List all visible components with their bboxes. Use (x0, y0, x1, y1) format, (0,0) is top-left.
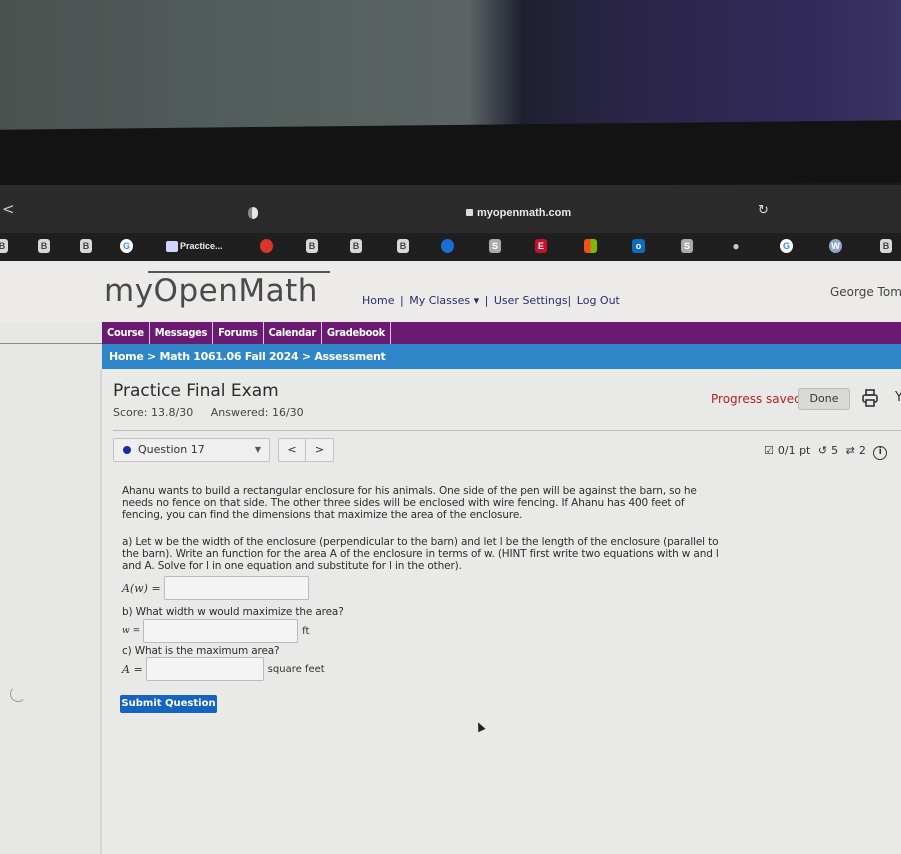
site-header: myOpenMath Home | My Classes ▾ | User Se… (0, 261, 901, 323)
address-bar[interactable]: myopenmath.com (466, 207, 571, 219)
bookmark-page-icon[interactable]: B (80, 239, 92, 253)
google-icon[interactable]: G (120, 239, 133, 253)
part-c-row: A = square feet (122, 657, 325, 681)
part-a-row: A(w) = (122, 576, 313, 600)
privacy-shield-icon[interactable] (248, 207, 258, 219)
s-icon[interactable]: S (489, 239, 501, 253)
page-title: Practice Final Exam (113, 381, 279, 401)
submit-question-button[interactable]: Submit Question (120, 695, 217, 713)
assessment-panel: Practice Final Exam Score: 13.8/30 Answe… (100, 369, 901, 854)
question-selector[interactable]: Question 17 ▼ (113, 438, 270, 462)
score-line: Score: 13.8/30 Answered: 16/30 (113, 406, 318, 419)
question-intro: Ahanu wants to build a rectangular enclo… (122, 485, 697, 521)
prev-question-button[interactable]: < (279, 439, 306, 461)
top-links: Home | My Classes ▾ | User Settings| Log… (362, 294, 622, 307)
user-settings-link[interactable]: User Settings| (494, 294, 571, 307)
home-link[interactable]: Home (362, 294, 394, 307)
reload-icon[interactable]: ↻ (758, 203, 769, 218)
loading-spinner-icon (10, 686, 26, 702)
laptop-bezel (0, 120, 901, 192)
link-separator: | (399, 294, 404, 307)
part-b-unit: ft (302, 625, 310, 637)
chevron-down-icon: ▼ (254, 445, 261, 454)
retries-count: 5 (831, 444, 839, 457)
nav-spacer (0, 322, 102, 344)
progress-status: Progress saved (711, 392, 802, 406)
wordpress-icon[interactable]: W (829, 239, 842, 253)
bookmark-page-icon[interactable]: B (880, 239, 892, 253)
course-nav: Course Messages Forums Calendar Gradeboo… (102, 322, 901, 344)
part-b-row: w = ft (122, 619, 309, 643)
area-function-input[interactable] (163, 576, 309, 600)
question-meta: ☑ 0/1 pt ↺ 5 ⇄ 2 i (764, 444, 891, 460)
breadcrumb[interactable]: Home > Math 1061.06 Fall 2024 > Assessme… (102, 344, 901, 369)
part-b-text: b) What width w would maximize the area? (122, 606, 344, 618)
bookmark-page-icon[interactable]: B (397, 239, 409, 253)
myopenmath-icon (166, 241, 178, 253)
bookmark-page-icon[interactable]: B (38, 239, 50, 253)
bookmark-page-icon[interactable]: B (306, 239, 318, 253)
office-icon[interactable] (260, 239, 273, 253)
log-out-link[interactable]: Log Out (577, 294, 620, 307)
divider (113, 430, 901, 431)
espn-icon[interactable]: E (535, 239, 547, 253)
s-icon[interactable]: S (681, 239, 693, 253)
info-icon[interactable]: i (873, 446, 888, 460)
attempts-icon: ⇄ (845, 444, 855, 457)
bookmark-page-icon[interactable]: B (350, 239, 362, 253)
part-c-unit: square feet (267, 663, 325, 675)
page: myOpenMath Home | My Classes ▾ | User Se… (0, 261, 901, 854)
outlook-icon[interactable]: o (632, 239, 645, 253)
print-icon[interactable] (862, 389, 878, 407)
site-logo[interactable]: myOpenMath (104, 273, 318, 309)
next-question-button[interactable]: > (306, 439, 333, 461)
retries-icon: ↺ (817, 444, 828, 457)
points-text: 0/1 pt (777, 444, 811, 457)
link-separator: | (484, 294, 489, 307)
part-a-text: a) Let w be the width of the enclosure (… (122, 536, 719, 572)
question-status-dot (123, 446, 131, 454)
photo-background (0, 0, 901, 140)
bookmark-practice[interactable]: Practice... (166, 239, 223, 253)
nav-course[interactable]: Course (102, 322, 150, 344)
nav-messages[interactable]: Messages (150, 322, 214, 344)
nav-forums[interactable]: Forums (213, 322, 264, 344)
part-c-label: A = (122, 662, 143, 676)
score-text: Score: 13.8/30 (113, 406, 194, 419)
more-icon[interactable]: Y (895, 390, 901, 405)
lock-icon (466, 209, 473, 216)
attempts-count: 2 (858, 444, 866, 457)
blue-app-icon[interactable] (441, 239, 454, 253)
points-icon: ☑ (764, 444, 774, 457)
nav-gradebook[interactable]: Gradebook (322, 322, 391, 344)
google-icon[interactable]: G (780, 239, 793, 253)
max-area-input[interactable] (145, 657, 264, 681)
microsoft-icon[interactable] (584, 239, 597, 253)
my-classes-link[interactable]: My Classes ▾ (409, 294, 479, 307)
done-button[interactable]: Done (798, 388, 850, 410)
part-c-text: c) What is the maximum area? (122, 645, 280, 657)
question-nav: < > (278, 438, 334, 462)
apple-icon[interactable]: ● (730, 239, 742, 253)
part-b-label: w = (122, 626, 141, 636)
part-a-label: A(w) = (122, 581, 161, 595)
username: George Tom (830, 285, 901, 299)
bookmarks-bar: B B B G Practice... B B B S E o S ● G W … (0, 233, 901, 261)
bookmark-page-icon[interactable]: B (0, 239, 8, 253)
back-button[interactable]: < (2, 200, 15, 218)
nav-calendar[interactable]: Calendar (264, 322, 322, 344)
question-selector-label: Question 17 (138, 443, 205, 456)
answered-text: Answered: 16/30 (210, 406, 304, 419)
width-input[interactable] (143, 619, 299, 643)
url-text: myopenmath.com (477, 207, 572, 219)
